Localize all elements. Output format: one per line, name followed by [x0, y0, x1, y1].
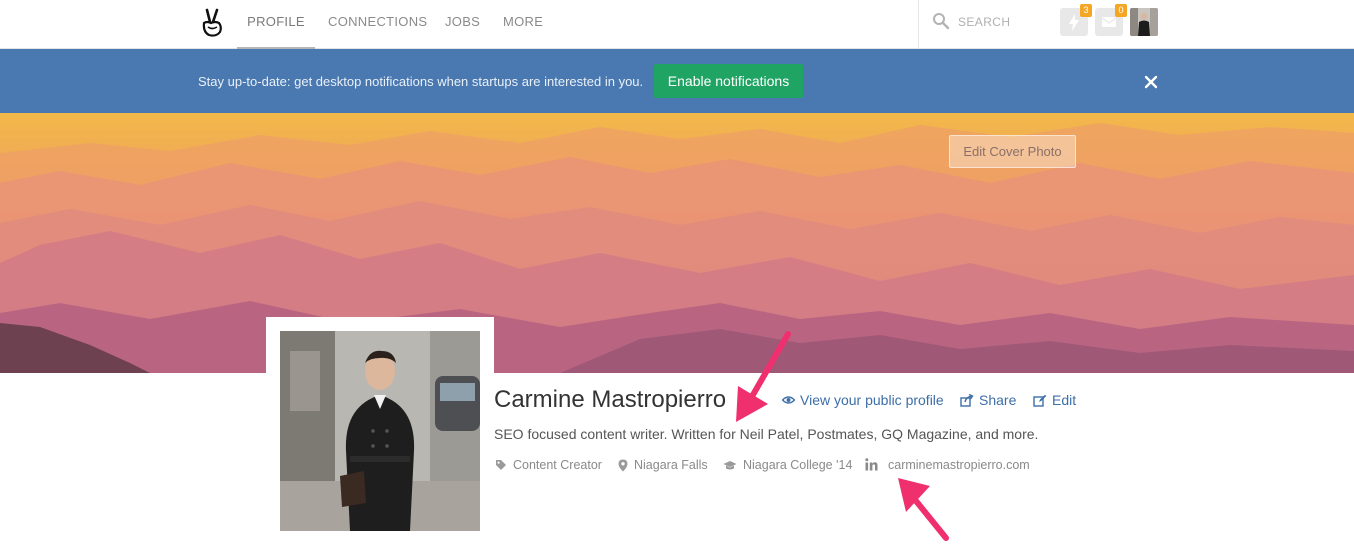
- tab-profile[interactable]: PROFILE: [237, 0, 315, 49]
- location-pin-icon: [618, 459, 628, 471]
- view-public-profile-label: View your public profile: [800, 392, 944, 408]
- notifications-button[interactable]: 3: [1060, 4, 1092, 36]
- mountain-landscape-image: [0, 113, 1354, 373]
- tag-education-label: Niagara College '14: [743, 458, 853, 472]
- tag-education[interactable]: Niagara College '14: [723, 458, 852, 472]
- annotation-arrow-icon: [898, 478, 949, 541]
- cover-photo: Edit Cover Photo: [0, 113, 1354, 373]
- share-icon: [960, 393, 974, 407]
- tag-location-label: Niagara Falls: [634, 458, 708, 472]
- search-icon[interactable]: [932, 12, 950, 30]
- user-avatar[interactable]: [1130, 8, 1158, 36]
- edit-cover-photo-button[interactable]: Edit Cover Photo: [949, 135, 1076, 168]
- website-link[interactable]: carminemastropierro.com: [888, 458, 1030, 472]
- banner-message: Stay up-to-date: get desktop notificatio…: [198, 74, 644, 89]
- website-url: carminemastropierro.com: [888, 458, 1030, 472]
- close-icon[interactable]: [1142, 73, 1160, 91]
- profile-photo[interactable]: [280, 331, 480, 531]
- notification-count-badge: 3: [1080, 4, 1092, 17]
- eye-icon: [782, 396, 795, 404]
- tag-location[interactable]: Niagara Falls: [618, 458, 708, 472]
- edit-link[interactable]: Edit: [1033, 392, 1076, 408]
- linkedin-icon: [865, 458, 878, 471]
- message-count-badge: 0: [1115, 4, 1127, 17]
- profile-bio: SEO focused content writer. Written for …: [494, 426, 1039, 442]
- avatar-photo: [1130, 8, 1158, 36]
- profile-name: Carmine Mastropierro: [494, 386, 727, 413]
- notification-banner: Stay up-to-date: get desktop notificatio…: [0, 49, 1354, 113]
- view-public-profile-link[interactable]: View your public profile: [782, 392, 944, 408]
- top-navigation-bar: PROFILE CONNECTIONS JOBS MORE 3 0: [0, 0, 1354, 49]
- tag-role-label: Content Creator: [513, 458, 602, 472]
- edit-icon: [1033, 394, 1047, 407]
- nav-divider: [918, 0, 919, 49]
- linkedin-link[interactable]: [865, 458, 884, 471]
- tab-jobs[interactable]: JOBS: [445, 0, 480, 49]
- tag-icon: [496, 460, 506, 470]
- peace-hand-logo-icon[interactable]: [199, 8, 225, 38]
- share-label: Share: [979, 392, 1017, 408]
- tab-connections[interactable]: CONNECTIONS: [328, 0, 427, 49]
- tag-role[interactable]: Content Creator: [495, 458, 602, 472]
- share-link[interactable]: Share: [960, 392, 1016, 408]
- messages-button[interactable]: 0: [1095, 4, 1127, 36]
- edit-label: Edit: [1052, 392, 1077, 408]
- search-input[interactable]: [958, 12, 1048, 32]
- profile-photo-image: [280, 331, 480, 531]
- tab-more[interactable]: MORE: [503, 0, 543, 49]
- profile-photo-frame: [266, 317, 494, 553]
- enable-notifications-button[interactable]: Enable notifications: [654, 64, 803, 98]
- graduation-cap-icon: [723, 460, 737, 469]
